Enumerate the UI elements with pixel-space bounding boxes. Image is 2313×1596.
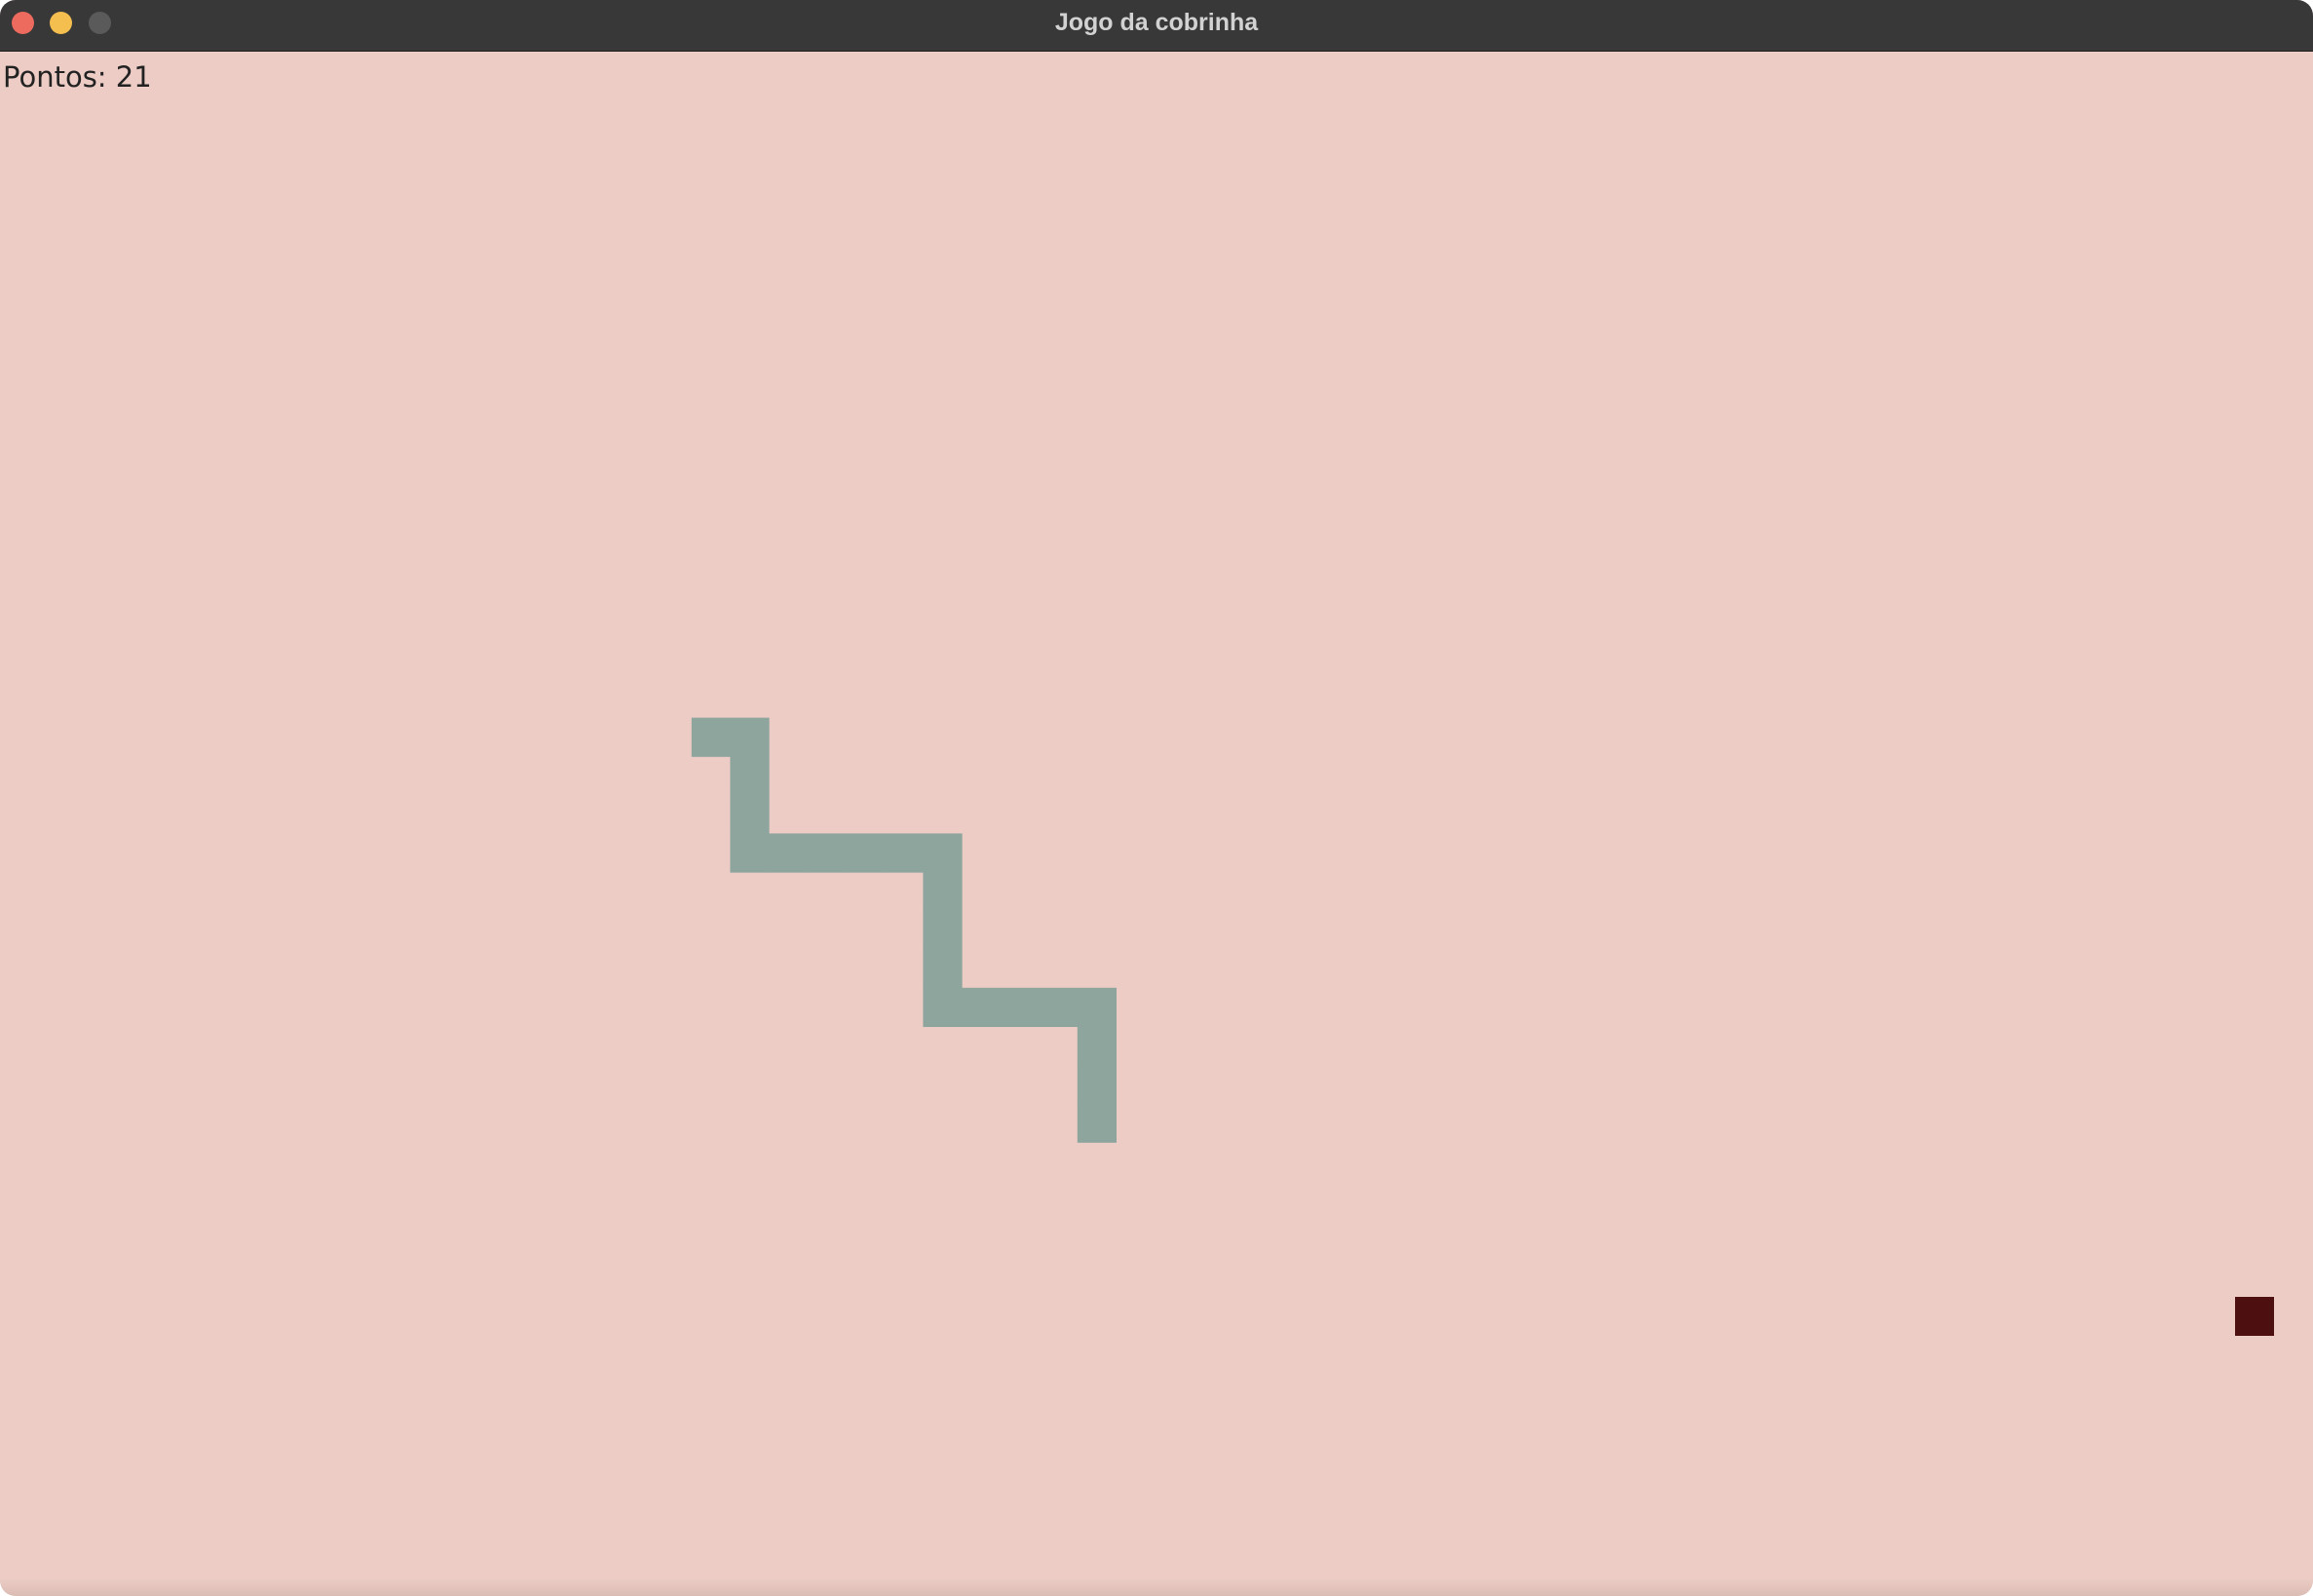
snake-segment bbox=[807, 833, 847, 873]
snake-segment bbox=[1039, 987, 1079, 1027]
snake-segment bbox=[884, 833, 924, 873]
snake-head-segment bbox=[1077, 1103, 1117, 1143]
window-bottom-edge bbox=[0, 1578, 2313, 1596]
snake-segment bbox=[923, 872, 963, 912]
title-bar[interactable]: Jogo da cobrinha bbox=[0, 0, 2313, 52]
snake-segment bbox=[1077, 1065, 1117, 1105]
snake-segment bbox=[730, 756, 770, 796]
snake-segment bbox=[923, 833, 963, 873]
snake-segment bbox=[846, 833, 886, 873]
snake-segment bbox=[923, 949, 963, 989]
snake-segment bbox=[730, 794, 770, 834]
snake-segment bbox=[730, 833, 770, 873]
snake-segment bbox=[1077, 987, 1117, 1027]
snake-segment bbox=[962, 987, 1002, 1027]
snake-segment bbox=[730, 717, 770, 757]
game-board[interactable]: Pontos: 21 bbox=[0, 52, 2313, 1596]
window-title: Jogo da cobrinha bbox=[1054, 9, 1259, 36]
snake-segment bbox=[923, 987, 963, 1027]
food-item bbox=[2234, 1296, 2274, 1336]
snake-segment bbox=[691, 717, 731, 757]
snake-segment bbox=[1077, 1026, 1117, 1066]
snake-segment bbox=[769, 833, 809, 873]
game-window: Jogo da cobrinha Pontos: 21 bbox=[0, 0, 2313, 1596]
snake bbox=[691, 717, 1117, 1143]
snake-segment bbox=[923, 910, 963, 950]
snake-segment bbox=[1000, 987, 1040, 1027]
